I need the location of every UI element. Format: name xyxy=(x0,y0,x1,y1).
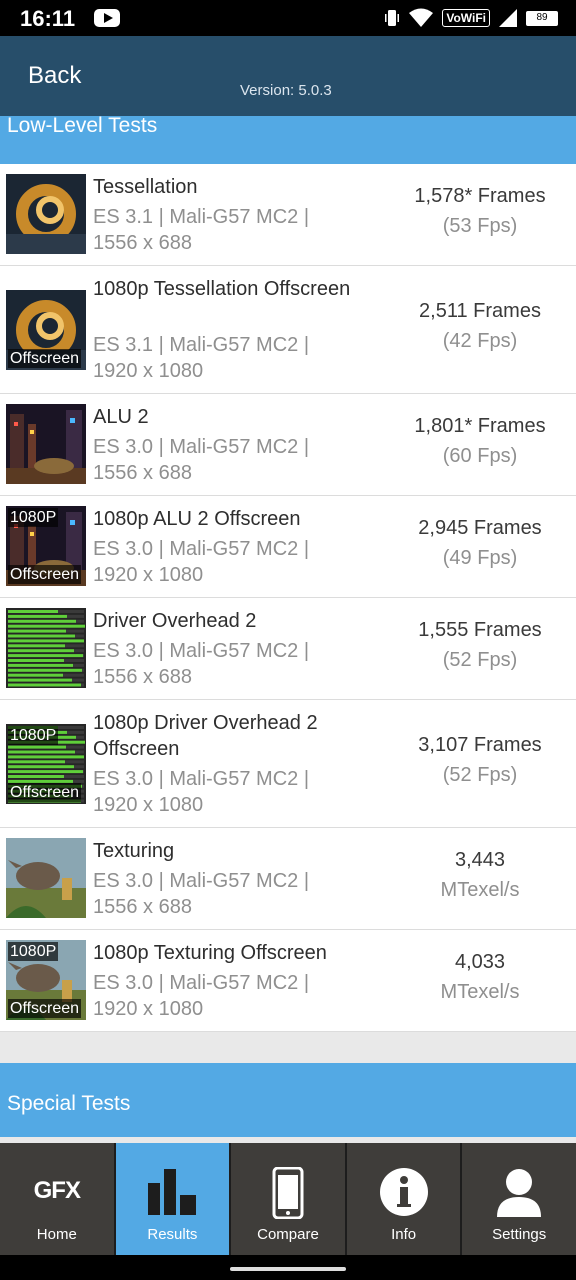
test-config: ES 3.0 | Mali-G57 MC2 | 1920 x 1080 xyxy=(93,972,310,1020)
test-thumbnail xyxy=(6,174,86,254)
test-name: 1080p Tessellation Offscreen xyxy=(93,278,351,300)
test-config: ES 3.0 | Mali-G57 MC2 | 1920 x 1080 xyxy=(93,538,310,586)
gfx-logo-icon: GFX xyxy=(33,1177,81,1204)
test-thumbnail: 1080P Offscreen xyxy=(6,506,86,586)
score-detail: (42 Fps) xyxy=(442,330,518,352)
nav-info[interactable]: Info xyxy=(346,1143,461,1255)
nav-compare[interactable]: Compare xyxy=(231,1143,345,1255)
test-score: 1,555 Frames (52 Fps) xyxy=(390,615,570,675)
test-score: 1,801* Frames (60 Fps) xyxy=(390,411,570,471)
offscreen-tag: Offscreen xyxy=(8,349,82,368)
test-name: ALU 2 xyxy=(93,406,149,428)
score-detail: (52 Fps) xyxy=(442,764,518,786)
test-row[interactable]: Tessellation ES 3.1 | Mali-G57 MC2 | 1556… xyxy=(0,164,576,266)
test-config: ES 3.0 | Mali-G57 MC2 | 1920 x 1080 xyxy=(93,768,310,816)
bar-chart-icon xyxy=(148,1169,197,1215)
resolution-tag: 1080P xyxy=(8,508,59,527)
test-row[interactable]: 1080P Offscreen 1080p ALU 2 Offscreen ES 3.… xyxy=(0,496,576,598)
gesture-bar xyxy=(0,1255,576,1280)
nav-home[interactable]: GFX Home xyxy=(0,1143,114,1255)
test-score: 4,033 MTexel/s xyxy=(390,947,570,1007)
test-thumbnail: 1080P Offscreen xyxy=(6,724,86,804)
score-detail: (60 Fps) xyxy=(442,445,518,467)
score-value: 1,578* Frames xyxy=(414,185,546,207)
test-score: 2,511 Frames (42 Fps) xyxy=(390,296,570,356)
test-config: ES 3.1 | Mali-G57 MC2 | 1920 x 1080 xyxy=(93,334,310,382)
test-config: ES 3.1 | Mali-G57 MC2 | 1556 x 688 xyxy=(93,206,310,254)
vibrate-icon xyxy=(385,10,400,26)
vowifi-badge: VoWiFi xyxy=(442,9,490,27)
score-value: 1,555 Frames xyxy=(418,619,542,641)
test-name: Texturing xyxy=(93,840,175,862)
signal-icon xyxy=(499,9,517,27)
test-score: 3,107 Frames (52 Fps) xyxy=(390,730,570,790)
low-level-tests-title: Low-Level Tests xyxy=(7,114,158,137)
test-name: 1080p Driver Overhead 2 Offscreen xyxy=(93,712,318,760)
score-value: 2,945 Frames xyxy=(418,517,542,539)
test-name: Tessellation xyxy=(93,176,198,198)
test-row[interactable]: 1080P Offscreen 1080p Texturing Offscreen E… xyxy=(0,930,576,1032)
resolution-tag: 1080P xyxy=(8,942,59,961)
bottom-navigation: GFX Home Results Compare Info Settings xyxy=(0,1143,576,1255)
test-config: ES 3.0 | Mali-G57 MC2 | 1556 x 688 xyxy=(93,870,310,918)
test-row[interactable]: Offscreen 1080p Tessellation Offscreen ES … xyxy=(0,266,576,394)
test-score: 3,443 MTexel/s xyxy=(390,845,570,905)
test-row[interactable]: Texturing ES 3.0 | Mali-G57 MC2 | 1556 x … xyxy=(0,828,576,930)
test-thumbnail xyxy=(6,608,86,688)
test-results-list: Tessellation ES 3.1 | Mali-G57 MC2 | 1556… xyxy=(0,164,576,1032)
test-row[interactable]: ALU 2 ES 3.0 | Mali-G57 MC2 | 1556 x 688 1… xyxy=(0,394,576,496)
nav-settings-label: Settings xyxy=(492,1226,547,1243)
score-detail: MTexel/s xyxy=(440,981,520,1003)
test-thumbnail: 1080P Offscreen xyxy=(6,940,86,1020)
low-level-tests-header: Low-Level Tests xyxy=(0,114,576,164)
nav-results-label: Results xyxy=(147,1226,198,1243)
test-thumbnail xyxy=(6,838,86,918)
offscreen-tag: Offscreen xyxy=(8,565,82,584)
status-icons: VoWiFi 89 xyxy=(384,6,558,30)
status-bar: 16:11 VoWiFi 89 xyxy=(0,0,576,36)
offscreen-tag: Offscreen xyxy=(8,783,82,802)
test-name: 1080p Texturing Offscreen xyxy=(93,942,327,964)
test-name: Driver Overhead 2 xyxy=(93,610,257,632)
score-value: 3,107 Frames xyxy=(418,734,542,756)
user-icon xyxy=(497,1169,542,1217)
test-row[interactable]: 1080P Offscreen 1080p Driver Overhead 2 Of… xyxy=(0,700,576,828)
test-score: 1,578* Frames (53 Fps) xyxy=(390,181,570,241)
score-value: 3,443 xyxy=(454,849,506,871)
score-value: 4,033 xyxy=(454,951,506,973)
test-thumbnail xyxy=(6,404,86,484)
offscreen-tag: Offscreen xyxy=(8,999,82,1018)
test-name: 1080p ALU 2 Offscreen xyxy=(93,508,301,530)
nav-results[interactable]: Results xyxy=(115,1143,230,1255)
info-icon xyxy=(379,1168,428,1216)
resolution-tag: 1080P xyxy=(8,726,59,745)
status-time: 16:11 xyxy=(20,6,76,31)
score-detail: (53 Fps) xyxy=(442,215,518,237)
app-bar: Back Version: 5.0.3 xyxy=(0,36,576,116)
score-detail: (52 Fps) xyxy=(442,649,518,671)
phone-icon xyxy=(272,1167,304,1219)
gesture-handle[interactable] xyxy=(230,1267,346,1271)
nav-info-label: Info xyxy=(391,1226,417,1243)
test-row[interactable]: Driver Overhead 2 ES 3.0 | Mali-G57 MC2 |… xyxy=(0,598,576,700)
score-value: 1,801* Frames xyxy=(414,415,546,437)
youtube-notification-icon xyxy=(94,9,120,27)
nav-compare-label: Compare xyxy=(257,1226,319,1243)
special-tests-header[interactable]: Special Tests xyxy=(0,1063,576,1137)
wifi-icon xyxy=(409,8,434,27)
test-score: 2,945 Frames (49 Fps) xyxy=(390,513,570,573)
score-detail: (49 Fps) xyxy=(442,547,518,569)
special-tests-title: Special Tests xyxy=(7,1092,131,1115)
score-detail: MTexel/s xyxy=(440,879,520,901)
test-config: ES 3.0 | Mali-G57 MC2 | 1556 x 688 xyxy=(93,436,310,484)
test-config: ES 3.0 | Mali-G57 MC2 | 1556 x 688 xyxy=(93,640,310,688)
battery-icon: 89 xyxy=(526,10,558,26)
back-button[interactable]: Back xyxy=(28,62,81,90)
nav-settings[interactable]: Settings xyxy=(462,1143,576,1255)
version-label: Version: 5.0.3 xyxy=(240,82,332,99)
nav-home-label: Home xyxy=(36,1226,77,1243)
score-value: 2,511 Frames xyxy=(419,300,541,322)
test-thumbnail: Offscreen xyxy=(6,290,86,370)
